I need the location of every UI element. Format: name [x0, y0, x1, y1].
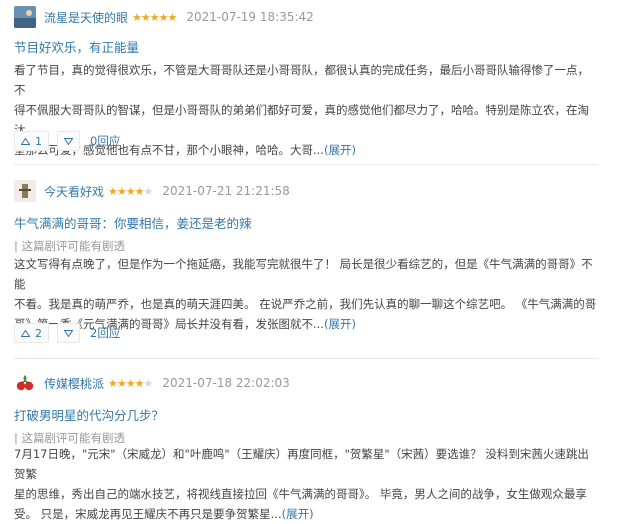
rating-stars: ★★★★★ [132, 10, 177, 24]
upvote-button[interactable]: 1 [14, 131, 49, 151]
triangle-up-icon [21, 137, 30, 145]
review-body: 这文写得有点晚了，但是作为一个拖延癌，我能写完就很牛了！ 局长是很少看综艺的，但… [14, 254, 598, 334]
divider [14, 358, 598, 359]
triangle-down-icon [64, 137, 73, 145]
reply-link[interactable]: 0回应 [90, 133, 120, 149]
body-line: 不看。我是真的萌严乔，也是真的萌天涯四美。 在说严乔之前，我们先认真的聊一聊这个… [14, 297, 597, 311]
user-name[interactable]: 今天看好戏 [44, 183, 104, 200]
review-date: 2021-07-21 21:21:58 [162, 184, 290, 198]
upvote-count: 1 [35, 134, 42, 148]
divider [14, 164, 598, 165]
triangle-down-icon [64, 329, 73, 337]
review-date: 2021-07-18 22:02:03 [162, 376, 290, 390]
review-header: 流星是天使的眼 ★★★★★ 2021-07-19 18:35:42 [14, 6, 314, 28]
spoiler-notice: | 这篇剧评可能有剧透 [14, 239, 126, 253]
triangle-up-icon [21, 329, 30, 337]
avatar[interactable] [14, 6, 36, 28]
expand-link[interactable]: (展开) [324, 317, 356, 331]
review-actions: 1 0回应 [14, 131, 120, 151]
review-actions: 2 2回应 [14, 323, 120, 343]
body-line: 看了节目，真的觉得很欢乐，不管是大哥哥队还是小哥哥队，都很认真的完成任务，最后小… [14, 63, 589, 97]
body-line: 这文写得有点晚了，但是作为一个拖延癌，我能写完就很牛了！ 局长是很少看综艺的，但… [14, 257, 593, 291]
review-title[interactable]: 牛气满满的哥哥：你要相信，姜还是老的辣 [14, 213, 252, 232]
avatar[interactable] [14, 180, 36, 202]
review-header: 今天看好戏 ★★★★★ 2021-07-21 21:21:58 [14, 180, 290, 202]
reply-link[interactable]: 2回应 [90, 325, 120, 341]
upvote-button[interactable]: 2 [14, 323, 49, 343]
expand-link[interactable]: (展开) [324, 143, 356, 157]
review-body: 7月17日晚，"元宋"（宋威龙）和"叶鹿鸣"（王耀庆）再度同框，"贺繁星"（宋茜… [14, 444, 598, 524]
spoiler-text: 这篇剧评可能有剧透 [21, 431, 126, 445]
downvote-button[interactable] [57, 323, 80, 343]
body-line: 受。 只是，宋威龙再见王耀庆不再只是要争贺繁星... [14, 507, 282, 521]
upvote-count: 2 [35, 326, 42, 340]
user-name[interactable]: 传媒樱桃派 [44, 375, 104, 392]
review-title[interactable]: 打破男明星的代沟分几步？ [14, 405, 164, 424]
spoiler-text: 这篇剧评可能有剧透 [21, 239, 126, 253]
review-header: 传媒樱桃派 ★★★★★ 2021-07-18 22:02:03 [14, 372, 290, 394]
body-line: 星的思维，秀出自己的端水技艺，将视线直接拉回《牛气满满的哥哥》。 毕竟，男人之间… [14, 487, 587, 501]
avatar[interactable] [14, 372, 36, 394]
review-title[interactable]: 节目好欢乐，有正能量 [14, 37, 139, 56]
body-line: 7月17日晚，"元宋"（宋威龙）和"叶鹿鸣"（王耀庆）再度同框，"贺繁星"（宋茜… [14, 447, 589, 481]
downvote-button[interactable] [57, 131, 80, 151]
review-date: 2021-07-19 18:35:42 [186, 10, 314, 24]
rating-stars: ★★★★★ [108, 184, 153, 198]
rating-stars: ★★★★★ [108, 376, 153, 390]
expand-link[interactable]: (展开) [282, 507, 314, 521]
user-name[interactable]: 流星是天使的眼 [44, 9, 128, 26]
